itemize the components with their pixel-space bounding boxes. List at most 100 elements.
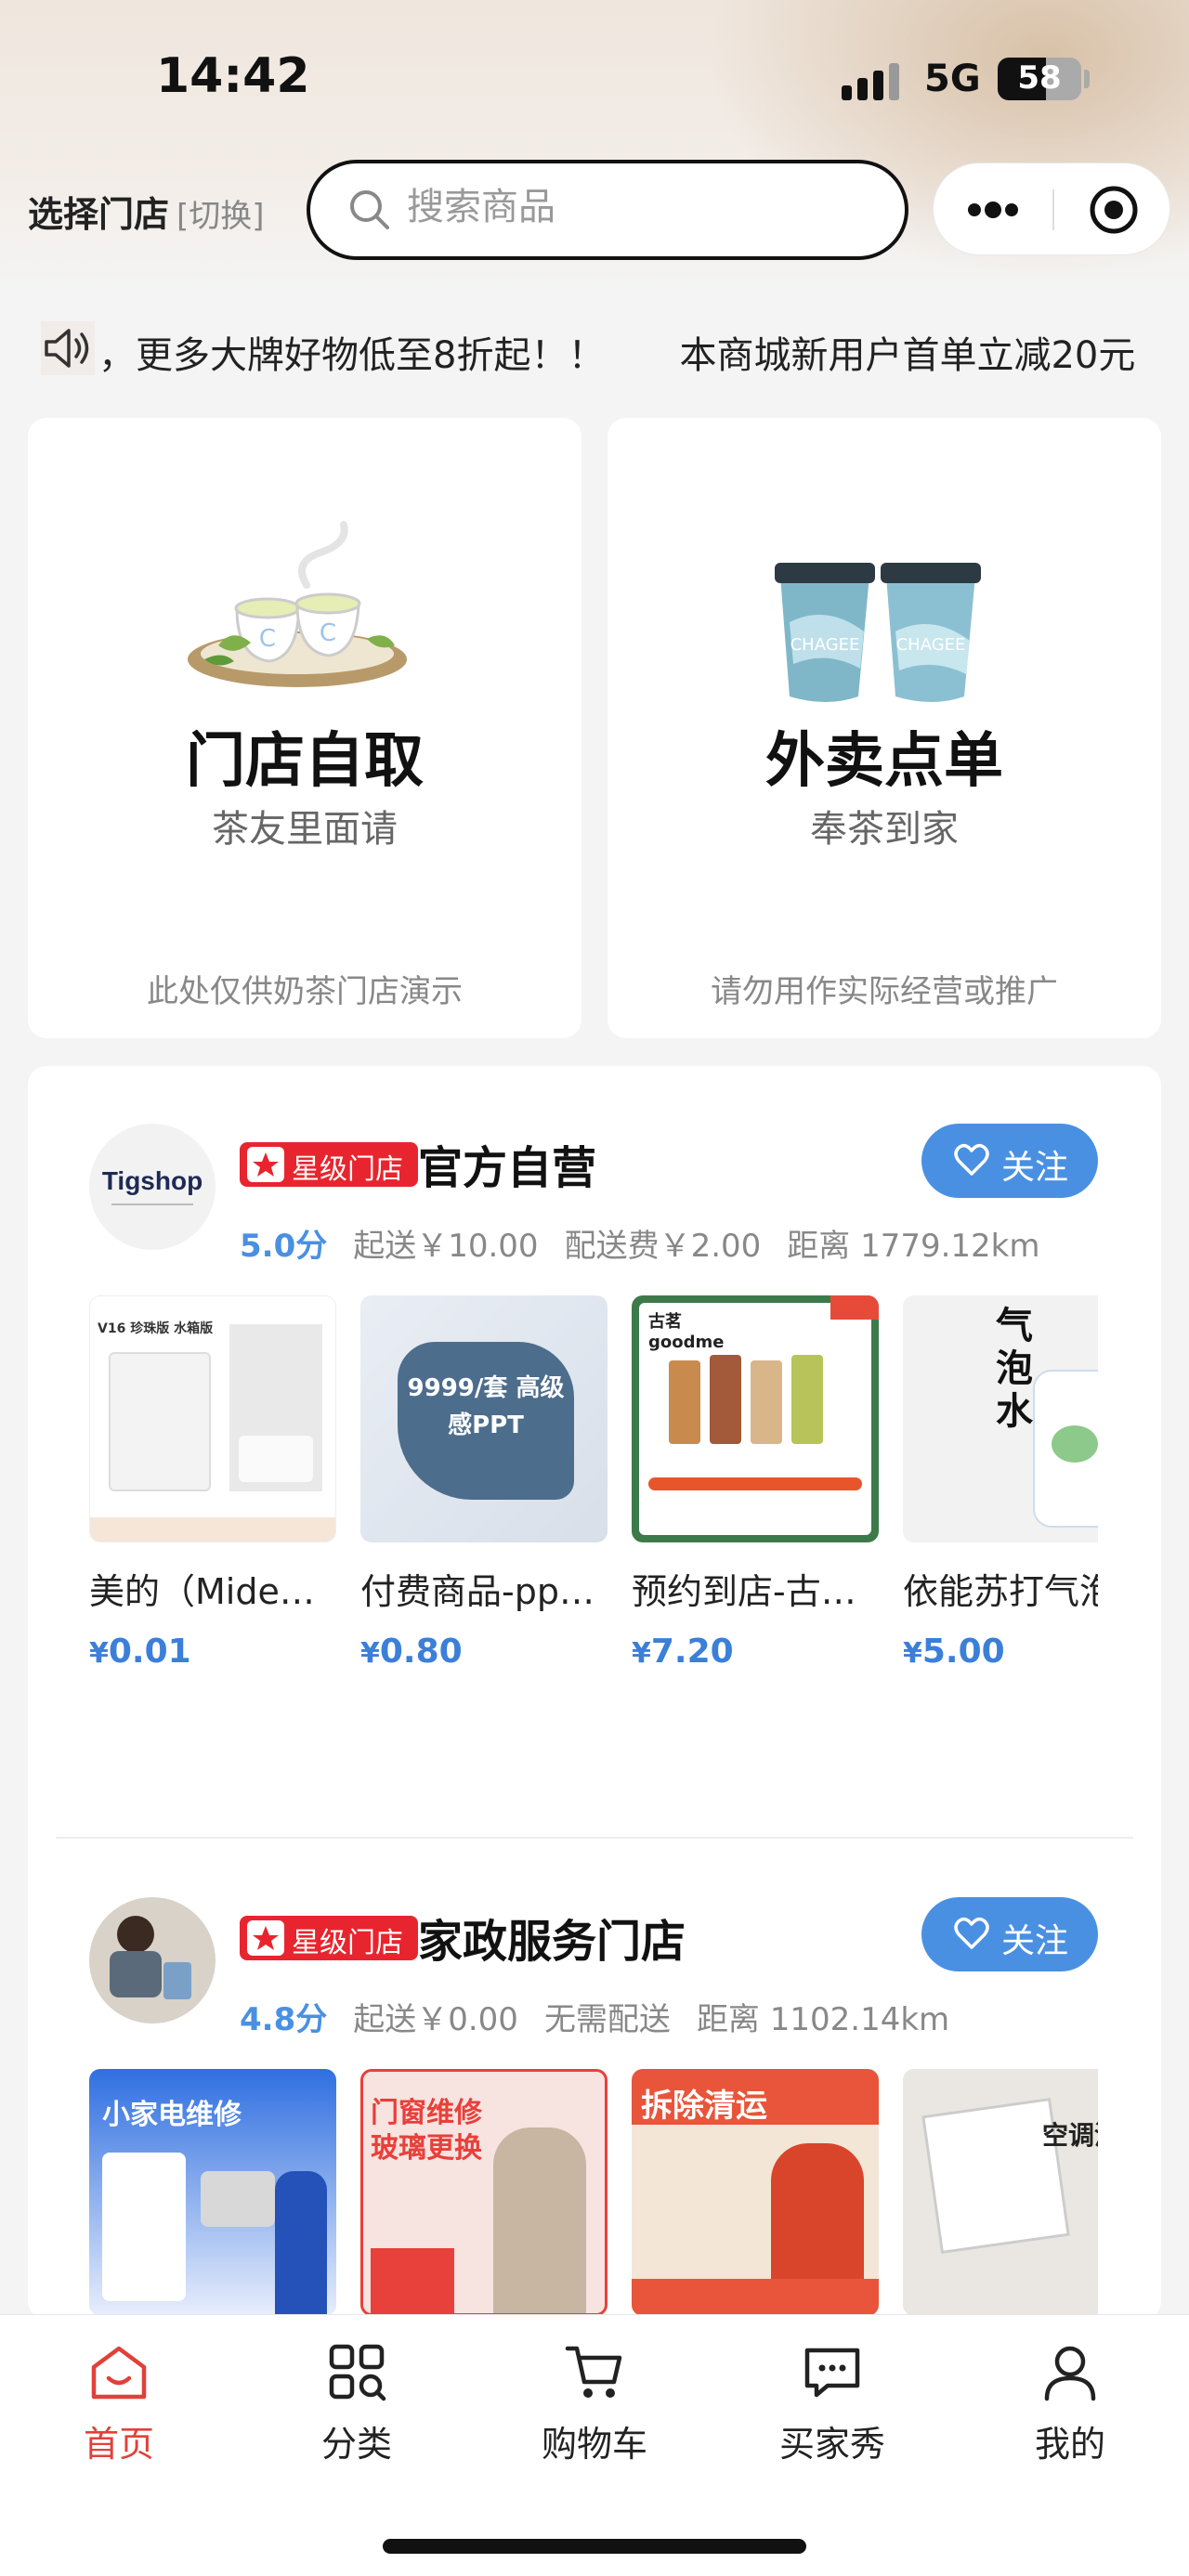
search-input[interactable] <box>407 186 871 228</box>
image-caption: 空调清洗 <box>1042 2120 1098 2151</box>
store-switch-link[interactable]: [切换] <box>176 198 265 235</box>
cart-icon <box>565 2346 622 2398</box>
svg-text:C: C <box>320 619 336 647</box>
image-caption: V16 珍珠版 水箱版 <box>98 1321 214 1336</box>
follow-button[interactable]: 关注 <box>921 1124 1098 1198</box>
store-score: 4.8分 <box>240 2001 328 2038</box>
product-name: 预约到店-古茗奶茶 <box>632 1571 879 1612</box>
more-icon[interactable] <box>963 191 1023 228</box>
tab-profile[interactable]: 我的 <box>977 2339 1163 2466</box>
store-selector[interactable]: 选择门店 [切换] <box>28 186 265 237</box>
entry-subtitle: 奉茶到家 <box>810 808 959 851</box>
product-card[interactable]: 门窗维修 玻璃更换 <box>360 2069 608 2316</box>
entry-note: 此处仅供奶茶门店演示 <box>147 973 463 1010</box>
battery-level: 58 <box>1017 59 1062 97</box>
store-select-label: 选择门店 <box>28 194 170 235</box>
bottom-tab-bar: 首页 分类 购物车 买家秀 我的 <box>0 2314 1189 2576</box>
user-icon <box>1044 2346 1096 2401</box>
product-carousel[interactable]: 小家电维修 门窗维修 玻璃更换 拆除清运 空调 <box>89 2069 1098 2320</box>
distance: 距离 1779.12km <box>787 1228 1040 1265</box>
speaker-icon <box>41 321 95 375</box>
badge-label: 星级门店 <box>292 1153 403 1186</box>
tab-label: 分类 <box>320 2424 392 2465</box>
star-icon <box>247 1920 284 1956</box>
star-store-badge: 星级门店 <box>240 1142 418 1187</box>
product-price: ¥0.80 <box>360 1633 608 1667</box>
product-name: 付费商品-ppt模板 <box>360 1571 608 1612</box>
tab-label: 首页 <box>83 2424 154 2465</box>
image-caption: 门窗维修 玻璃更换 <box>371 2097 482 2165</box>
delivery-fee: 配送费￥2.00 <box>564 1228 762 1265</box>
follow-button[interactable]: 关注 <box>921 1897 1098 1971</box>
notice-marquee: ，更多大牌好物低至8折起！！ 本商城新用户首单立减20元 <box>98 325 1135 379</box>
product-image: 门窗维修 玻璃更换 <box>360 2069 608 2316</box>
product-price: ¥7.20 <box>632 1633 879 1667</box>
store-divider <box>56 1837 1133 1839</box>
follow-label: 关注 <box>1001 1922 1069 1960</box>
tab-buyer-show[interactable]: 买家秀 <box>739 2339 925 2466</box>
product-card[interactable]: 拆除清运 <box>632 2069 879 2316</box>
heart-icon <box>954 1917 989 1949</box>
search-icon <box>350 190 389 229</box>
product-card[interactable]: 9999/套 高级感PPT 付费商品-ppt模板 ¥0.80 <box>360 1295 608 1667</box>
image-caption: 拆除清运 <box>641 2088 767 2125</box>
price-value: 0.80 <box>379 1633 463 1667</box>
pickup-entry-card[interactable]: C C 门店自取 茶友里面请 此处仅供奶茶门店演示 <box>28 418 581 1038</box>
capsule-divider <box>1052 189 1054 230</box>
product-card[interactable]: 空调清洗 <box>903 2069 1098 2316</box>
product-image: 气泡水 <box>903 1295 1098 1542</box>
store-logo: Tigshop <box>89 1124 216 1250</box>
product-carousel[interactable]: V16 珍珠版 水箱版 美的（Midea）V16珍珠版 ¥0.01 9999/套… <box>89 1295 1098 1667</box>
product-card[interactable]: 小家电维修 <box>89 2069 336 2316</box>
min-order: 起送￥0.00 <box>353 2001 518 2038</box>
delivery-entry-card[interactable]: CHAGEE CHAGEE 外卖点单 奉茶到家 请勿用作实际经营或推广 <box>608 418 1161 1038</box>
entry-subtitle: 茶友里面请 <box>212 808 398 851</box>
battery-icon: 58 <box>998 58 1081 100</box>
image-caption: 气泡水 <box>996 1305 1033 1433</box>
svg-text:CHAGEE: CHAGEE <box>896 635 966 655</box>
product-image: 古茗 goodme <box>632 1295 879 1542</box>
home-icon <box>91 2346 147 2400</box>
store-score: 5.0分 <box>240 1228 328 1265</box>
store-name: 家政服务门店 <box>418 1916 686 1968</box>
product-image: 9999/套 高级感PPT <box>360 1295 608 1542</box>
entry-title: 外卖点单 <box>765 727 1003 796</box>
entry-title: 门店自取 <box>186 727 424 796</box>
mini-program-capsule <box>933 163 1170 255</box>
notice-message: 本商城新用户首单立减20元 <box>679 334 1136 377</box>
logo-text: Tigshop <box>101 1166 203 1195</box>
follow-label: 关注 <box>1001 1149 1069 1187</box>
tab-label: 购物车 <box>541 2424 647 2465</box>
store-name: 官方自营 <box>418 1142 597 1194</box>
search-box[interactable] <box>307 160 908 260</box>
badge-label: 星级门店 <box>292 1927 403 1959</box>
signal-icon <box>842 63 905 100</box>
notice-bar[interactable]: ，更多大牌好物低至8折起！！ 本商城新用户首单立减20元 <box>0 316 1189 383</box>
star-store-badge: 星级门店 <box>240 1916 418 1960</box>
product-name: 美的（Midea）V16珍珠版 <box>89 1571 336 1612</box>
heart-icon <box>954 1143 989 1176</box>
tab-label: 我的 <box>1034 2424 1105 2465</box>
store-list: Tigshop 星级门店 官方自营 关注 5.0分 起送￥10.00 配送费￥2.0… <box>28 1066 1161 2320</box>
tea-cups-icon: C C <box>188 521 407 687</box>
product-image: 拆除清运 <box>632 2069 879 2316</box>
price-value: 5.00 <box>921 1633 1005 1667</box>
close-target-icon[interactable] <box>1088 184 1140 236</box>
svg-text:C: C <box>259 625 276 653</box>
takeaway-cups-icon: CHAGEE CHAGEE <box>775 563 981 702</box>
product-card[interactable]: 气泡水 依能苏打气泡水 ¥5.00 <box>903 1295 1098 1667</box>
product-card[interactable]: V16 珍珠版 水箱版 美的（Midea）V16珍珠版 ¥0.01 <box>89 1295 336 1667</box>
product-price: ¥5.00 <box>903 1633 1098 1667</box>
tab-category[interactable]: 分类 <box>264 2339 450 2466</box>
image-caption: 9999/套 高级感PPT <box>407 1374 565 1439</box>
status-bar: 14:42 5G 58 <box>0 0 1189 158</box>
image-caption: 古茗 goodme <box>648 1312 725 1352</box>
image-caption: 小家电维修 <box>102 2099 242 2131</box>
tab-cart[interactable]: 购物车 <box>502 2339 687 2466</box>
star-icon <box>247 1147 284 1182</box>
price-value: 0.01 <box>108 1633 191 1667</box>
category-icon <box>329 2344 386 2401</box>
product-card[interactable]: 古茗 goodme 预约到店-古茗奶茶 ¥7.20 <box>632 1295 879 1667</box>
store-avatar <box>89 1897 216 2023</box>
tab-home[interactable]: 首页 <box>26 2339 212 2466</box>
